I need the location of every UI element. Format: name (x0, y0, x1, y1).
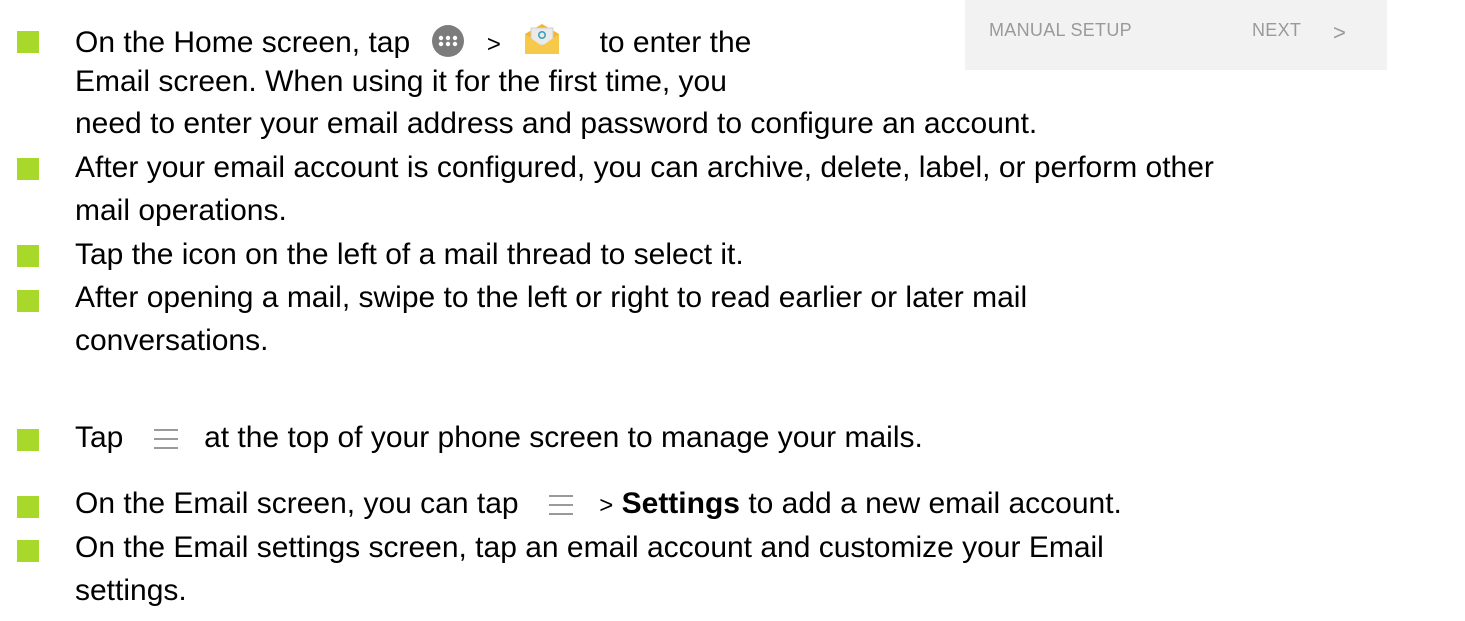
bullet-marker (17, 31, 39, 53)
chevron-right-icon[interactable]: > (1333, 20, 1346, 46)
settings-label: Settings (621, 487, 740, 520)
instruction-text: to enter the (599, 25, 752, 59)
list-item-line: After your email account is configured, … (75, 151, 1214, 184)
list-item-line: Email screen. When using it for the firs… (75, 65, 727, 98)
list-item-line: On the Home screen, tap > to enter the (75, 22, 751, 66)
instruction-text: On the Email screen, you can tap (75, 487, 519, 520)
bullet-marker (17, 429, 39, 451)
instruction-text: On the Home screen, tap (75, 25, 411, 59)
instruction-text: to add a new email account. (748, 487, 1122, 520)
list-item-line: Tap the icon on the left of a mail threa… (75, 238, 744, 271)
list-item-line: After opening a mail, swipe to the left … (75, 281, 1028, 314)
list-item-line: conversations. (75, 324, 269, 357)
apps-grid-icon (431, 24, 465, 58)
instruction-text: Tap (75, 421, 124, 454)
instruction-text: at the top of your phone screen to manag… (204, 421, 923, 454)
list-item-line: On the Email screen, you can tap > Setti… (75, 486, 1122, 524)
list-item-line: Tap at the top of your phone screen to m… (75, 420, 923, 456)
setup-navigation-bar: MANUAL SETUP NEXT > (965, 0, 1387, 70)
menu-icon (548, 495, 573, 516)
separator-text: > (599, 492, 614, 519)
menu-icon (153, 429, 178, 450)
list-item-line: settings. (75, 574, 187, 607)
bullet-marker (17, 158, 39, 180)
separator-text: > (486, 30, 501, 58)
list-item-line: need to enter your email address and pas… (75, 107, 1038, 140)
bullet-marker (17, 496, 39, 518)
list-item-line: On the Email settings screen, tap an ema… (75, 531, 1104, 564)
next-button[interactable]: NEXT (1252, 20, 1301, 41)
bullet-marker (17, 245, 39, 267)
bullet-marker (17, 290, 39, 312)
list-item-line: mail operations. (75, 194, 287, 227)
email-app-icon (523, 22, 561, 56)
manual-setup-button[interactable]: MANUAL SETUP (989, 20, 1132, 41)
bullet-marker (17, 540, 39, 562)
